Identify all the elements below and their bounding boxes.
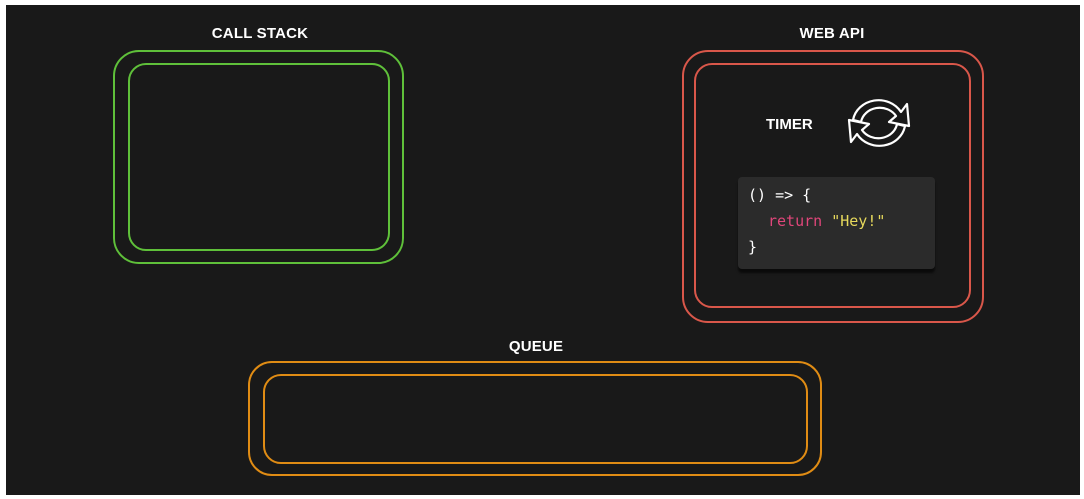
call-stack-inner-frame	[128, 63, 390, 251]
queue-inner-frame	[263, 374, 808, 464]
call-stack-title: CALL STACK	[211, 25, 309, 42]
code-line-2: return "Hey!"	[768, 212, 885, 230]
queue-title: QUEUE	[508, 338, 564, 355]
code-line-3: }	[748, 238, 758, 256]
diagram-canvas: CALL STACK WEB API TIMER () => { return …	[6, 5, 1080, 495]
code-line-1: () => {	[748, 186, 812, 204]
web-api-title: WEB API	[799, 25, 865, 42]
return-keyword: return	[768, 212, 823, 230]
timer-label: TIMER	[766, 116, 813, 133]
refresh-cycle-icon	[847, 99, 911, 147]
callback-code-card: () => { return "Hey!" }	[738, 177, 935, 269]
string-literal: "Hey!"	[831, 212, 886, 230]
